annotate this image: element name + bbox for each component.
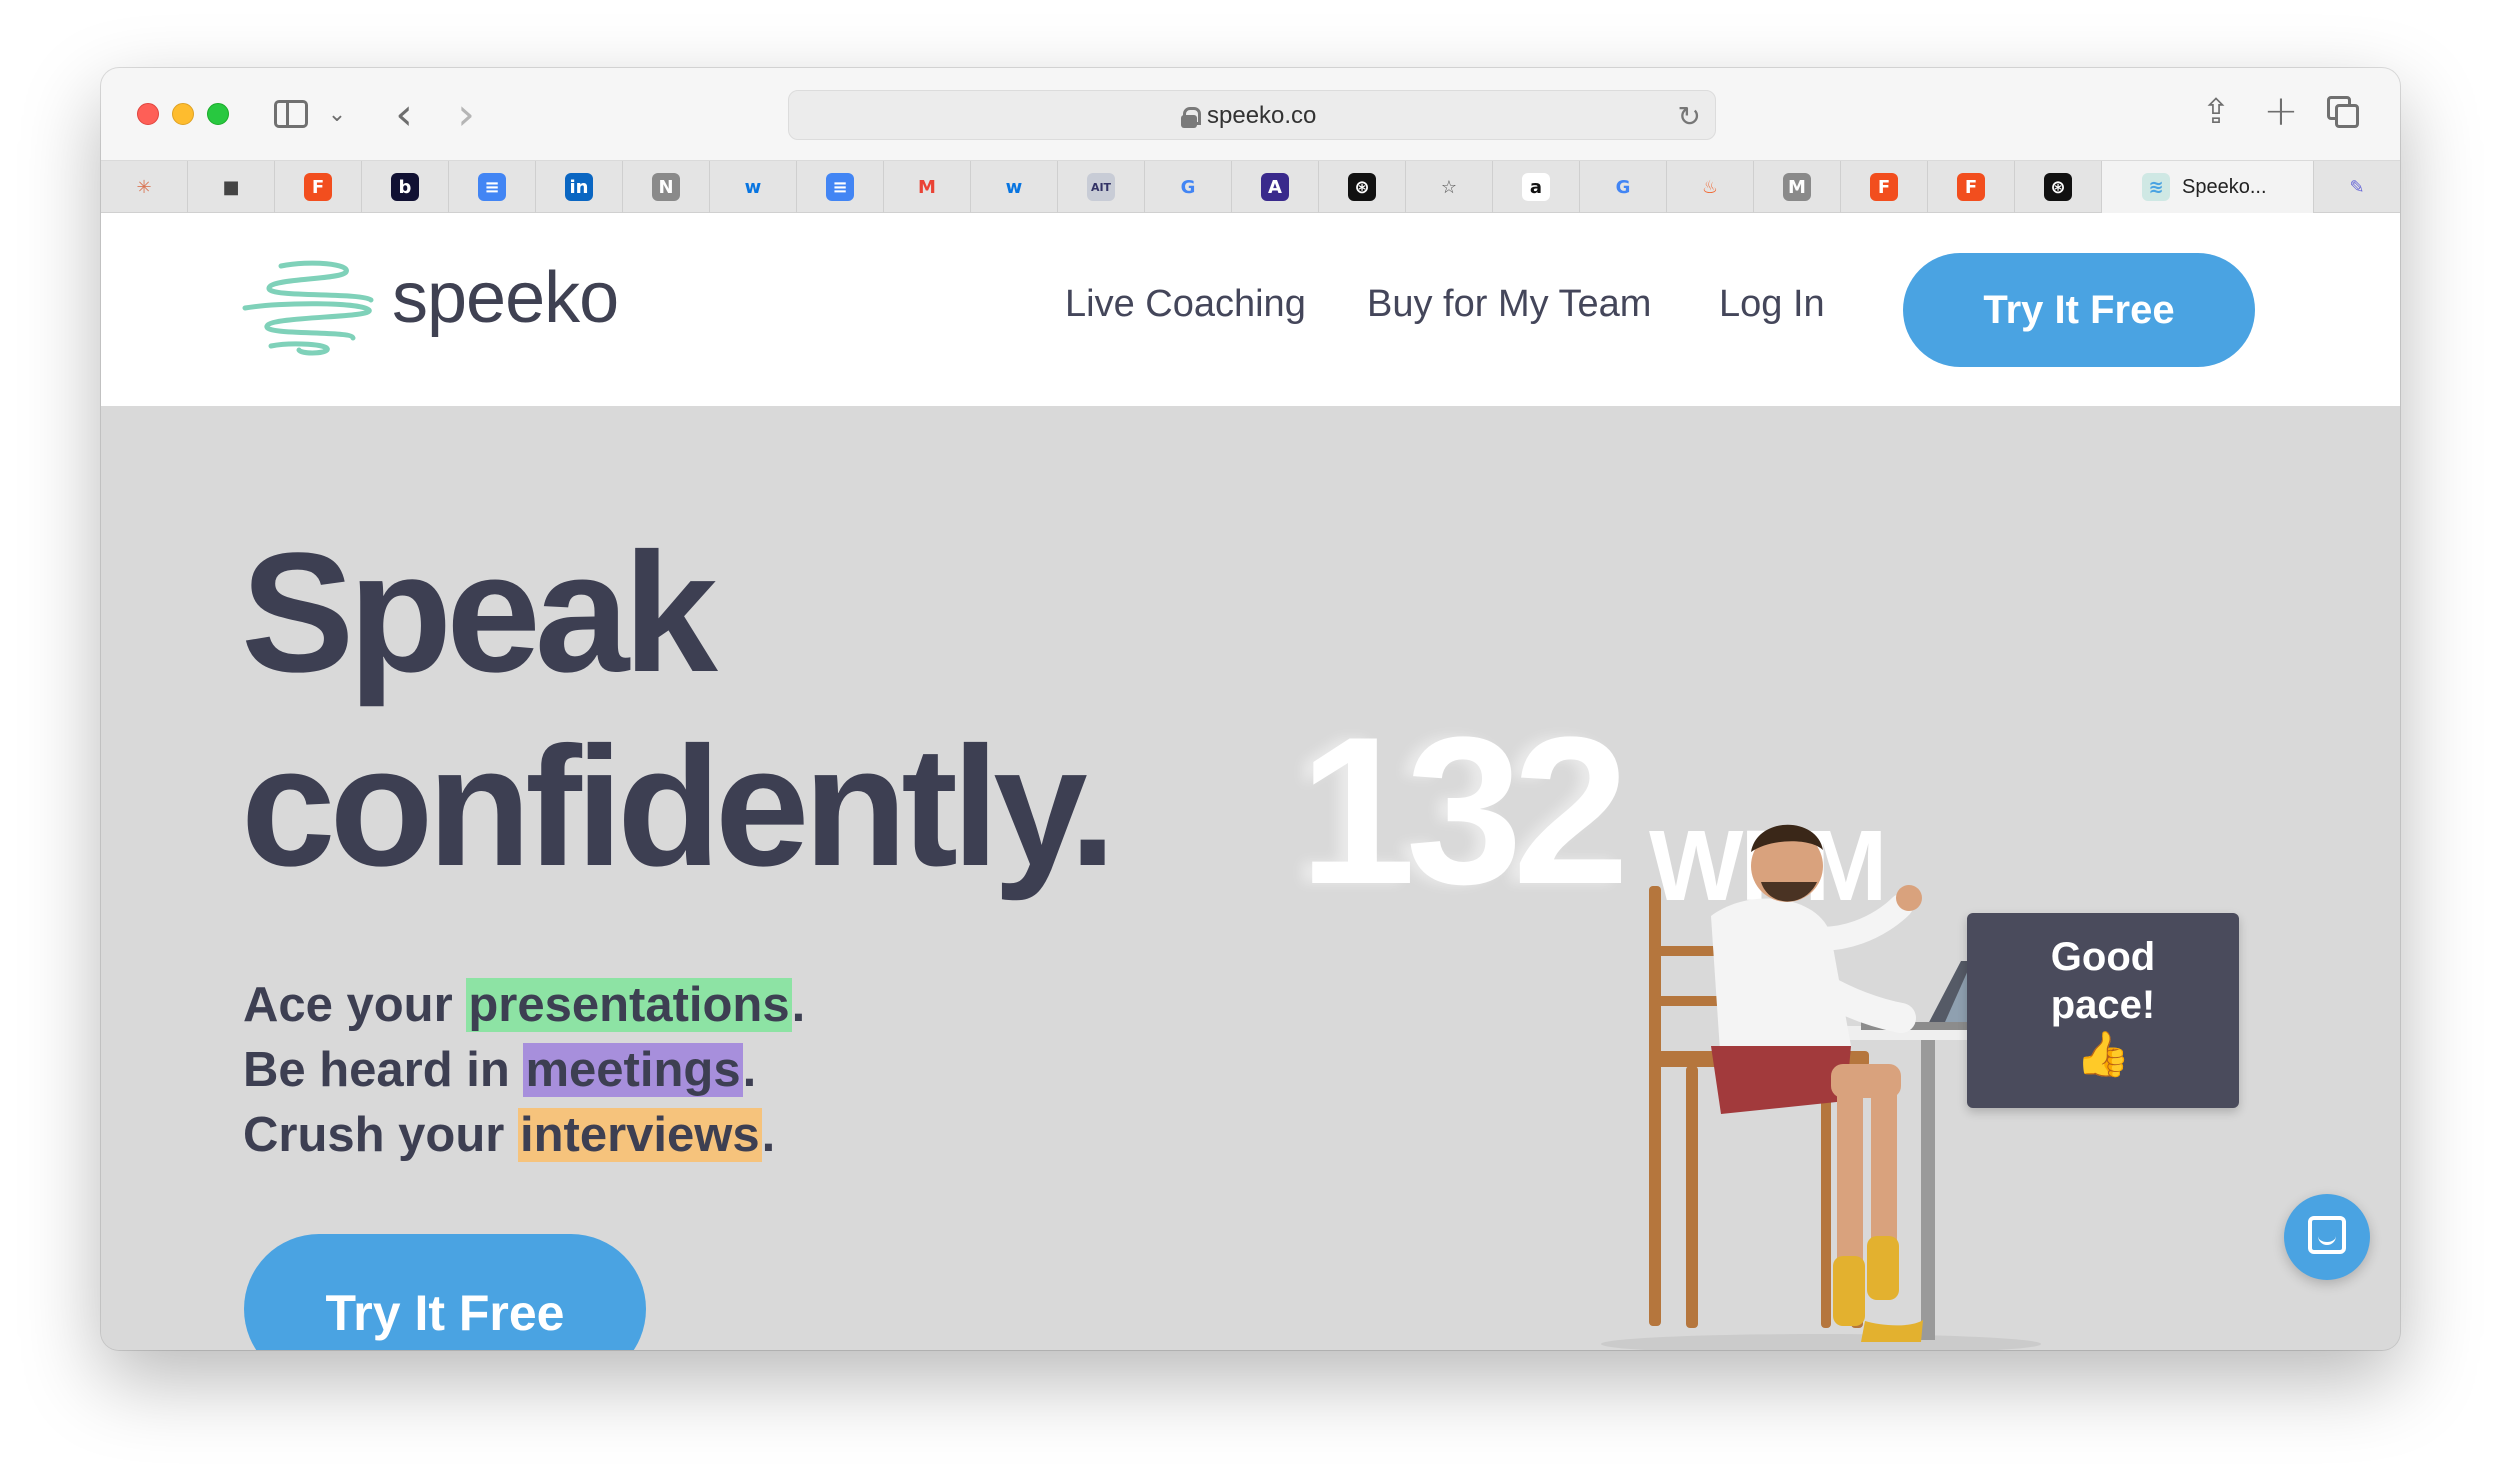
nav-live-coaching[interactable]: Live Coaching [1065,283,1306,326]
highlight-meetings: meetings [523,1043,743,1097]
favorite-item[interactable]: b [362,161,449,213]
google-docs-icon: ≡ [478,173,506,201]
openai-icon: ⊛ [1348,173,1376,201]
hero-headline-line2: confidently. [241,712,1116,902]
tagline-prefix: Be heard in [243,1043,524,1097]
tab-overview-icon[interactable] [2327,96,2359,128]
favorite-item[interactable]: F [1928,161,2015,213]
favorite-item[interactable]: ⊛ [1319,161,1406,213]
favorite-item[interactable]: ☆ [1406,161,1493,213]
favorite-item[interactable]: a [1493,161,1580,213]
sidebar-toggle-icon[interactable] [274,100,308,128]
nav-buy-for-team[interactable]: Buy for My Team [1367,283,1651,326]
favorites-bar: ✳ ■ Fb ≡ in Nw ≡ Mw AIT G A ⊛ ☆ a G ♨ M F F ⊛ ≋ Speeko... ✎ [101,161,2400,213]
site-header: speeko Live Coaching Buy for My Team Log… [101,213,2400,406]
chat-launcher-button[interactable] [2284,1194,2370,1280]
a-icon: A [1261,173,1289,201]
favorite-item[interactable]: M [884,161,971,213]
forward-button[interactable]: › [446,89,486,140]
flame-icon: ♨ [1701,176,1719,198]
tagline-prefix: Crush your [243,1108,518,1162]
tagline-line: Ace your presentations. [243,978,806,1032]
b-icon: b [391,173,419,201]
favorite-item[interactable]: G [1580,161,1667,213]
tagline-suffix: . [791,978,806,1032]
close-window-button[interactable] [137,103,159,125]
chevron-down-icon[interactable]: ⌄ [327,100,347,128]
favorite-item[interactable]: ■ [188,161,275,213]
figma-icon: F [304,173,332,201]
figma-icon: F [1957,173,1985,201]
hero-headline-line1: Speak [241,518,718,708]
share-icon[interactable]: ⇪ [2196,90,2236,134]
claude-icon: ✳ [136,176,152,198]
favorite-item[interactable]: F [1841,161,1928,213]
notion-icon: N [652,173,680,201]
highlight-presentations: presentations [466,978,792,1032]
nav-log-in[interactable]: Log In [1719,283,1825,326]
box-icon: ■ [222,176,240,198]
favorite-item[interactable]: w [710,161,797,213]
favorite-item[interactable]: G [1145,161,1232,213]
favorite-item[interactable]: ✎ [2314,161,2400,213]
linkedin-icon: in [565,173,593,201]
address-bar[interactable]: speeko.co ↻ [788,90,1716,140]
gmail-icon: M [918,176,936,198]
tagline-suffix: . [761,1108,776,1162]
zoom-window-button[interactable] [207,103,229,125]
workday-icon: w [744,176,762,198]
favorite-item[interactable]: AIT [1058,161,1145,213]
speeko-favicon-icon: ≋ [2142,173,2170,201]
try-free-header-button[interactable]: Try It Free [1903,253,2255,367]
favorite-item[interactable]: w [971,161,1058,213]
favorite-item[interactable]: ✳ [101,161,188,213]
m-icon: M [1783,173,1811,201]
tagline-prefix: Ace your [243,978,467,1032]
star-icon: ☆ [1440,176,1458,198]
logo-text[interactable]: speeko [392,257,619,339]
speeko-logo-icon[interactable] [241,258,379,356]
tab-speeko[interactable]: ≋ Speeko... [2102,161,2314,213]
pace-line1: Good [2050,935,2156,979]
favorite-item[interactable]: A [1232,161,1319,213]
url-text: speeko.co [1207,102,1317,129]
reload-icon[interactable]: ↻ [1678,100,1701,133]
tab-title: Speeko... [2182,175,2267,198]
google-icon: G [1615,176,1631,198]
figma-icon: F [1870,173,1898,201]
feather-icon: ✎ [2349,176,2365,198]
google-icon: G [1180,176,1196,198]
browser-toolbar: ⌄ ‹ › speeko.co ↻ ⇪ + [101,68,2400,161]
workday-icon: w [1005,176,1023,198]
google-docs-icon: ≡ [826,173,854,201]
favorite-item[interactable]: F [275,161,362,213]
new-tab-icon[interactable]: + [2261,86,2301,135]
back-button[interactable]: ‹ [384,89,424,140]
openai-icon: ⊛ [2044,173,2072,201]
minimize-window-button[interactable] [172,103,194,125]
favorite-item[interactable]: ♨ [1667,161,1754,213]
favorite-item[interactable]: M [1754,161,1841,213]
hero-section: Speak confidently. Ace your presentation… [101,406,2400,1350]
favorite-item[interactable]: N [623,161,710,213]
lock-icon [1181,107,1201,128]
thumbs-up-icon: 👍 [2075,1029,2131,1080]
favorite-item[interactable]: ≡ [797,161,884,213]
favorite-item[interactable]: in [536,161,623,213]
pace-feedback-card: Good pace! 👍 [1967,913,2239,1108]
ait-icon: AIT [1087,173,1115,201]
browser-window: ⌄ ‹ › speeko.co ↻ ⇪ + ✳ ■ Fb ≡ in Nw ≡ Mw AIT G A ⊛… [101,68,2400,1350]
highlight-interviews: interviews [517,1108,762,1162]
pace-line2: pace! [2050,983,2156,1027]
chat-icon [2308,1216,2346,1254]
try-free-hero-button[interactable]: Try It Free [244,1234,646,1350]
tagline-line: Be heard in meetings. [243,1043,757,1097]
favorite-item[interactable]: ≡ [449,161,536,213]
tagline-suffix: . [742,1043,757,1097]
favorite-item[interactable]: ⊛ [2015,161,2102,213]
tagline-line: Crush your interviews. [243,1108,776,1162]
amazon-icon: a [1522,173,1550,201]
